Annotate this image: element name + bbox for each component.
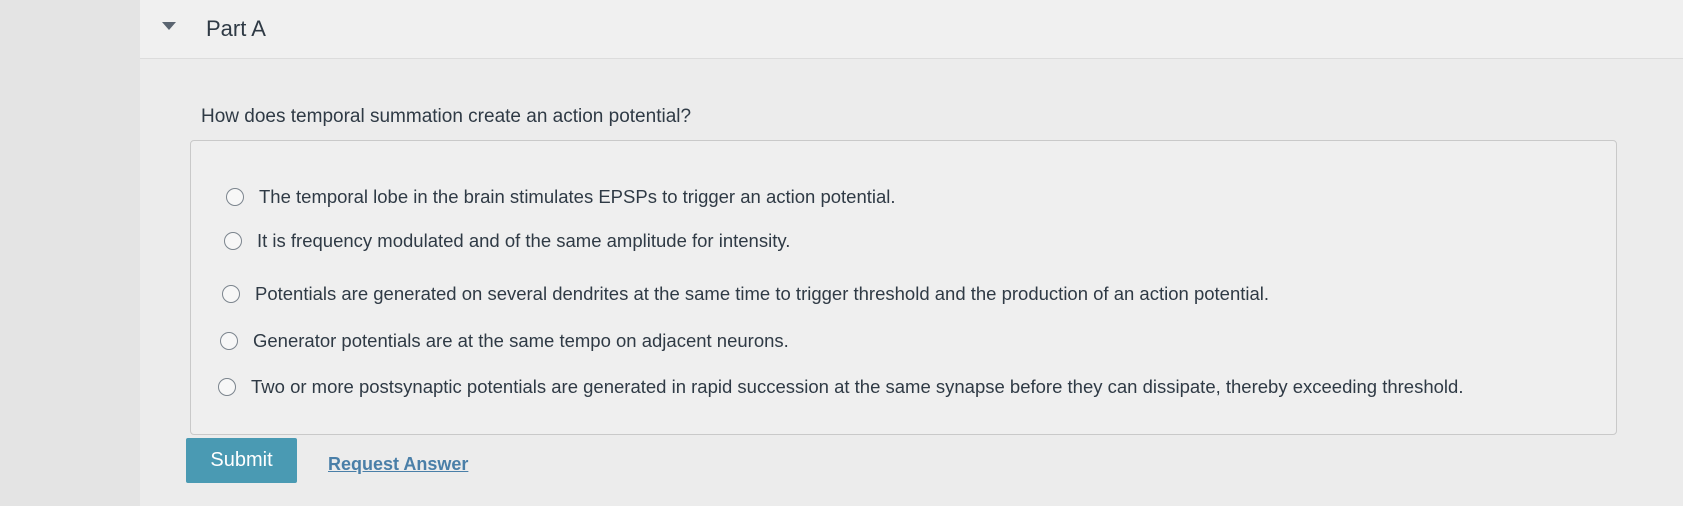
answer-option-5[interactable]: Two or more postsynaptic potentials are … xyxy=(218,376,1463,398)
radio-button[interactable] xyxy=(224,232,242,250)
part-title: Part A xyxy=(206,16,266,41)
answer-option-label: Potentials are generated on several dend… xyxy=(255,283,1270,304)
part-header[interactable] xyxy=(140,0,1683,59)
answer-option-2[interactable]: It is frequency modulated and of the sam… xyxy=(224,230,790,252)
answer-option-4[interactable]: Generator potentials are at the same tem… xyxy=(220,330,789,352)
submit-button[interactable]: Submit xyxy=(186,438,297,483)
request-answer-link[interactable]: Request Answer xyxy=(328,454,468,475)
answer-option-3[interactable]: Potentials are generated on several dend… xyxy=(222,283,1269,305)
collapse-caret-icon[interactable] xyxy=(162,22,176,30)
radio-button[interactable] xyxy=(218,378,236,396)
radio-button[interactable] xyxy=(226,188,244,206)
answer-option-1[interactable]: The temporal lobe in the brain stimulate… xyxy=(226,186,896,208)
answer-option-label: The temporal lobe in the brain stimulate… xyxy=(259,186,896,207)
radio-button[interactable] xyxy=(222,285,240,303)
answer-option-label: Generator potentials are at the same tem… xyxy=(253,330,789,351)
answer-option-label: It is frequency modulated and of the sam… xyxy=(257,230,791,251)
radio-button[interactable] xyxy=(220,332,238,350)
answer-option-label: Two or more postsynaptic potentials are … xyxy=(251,376,1464,397)
question-text: How does temporal summation create an ac… xyxy=(201,106,692,127)
